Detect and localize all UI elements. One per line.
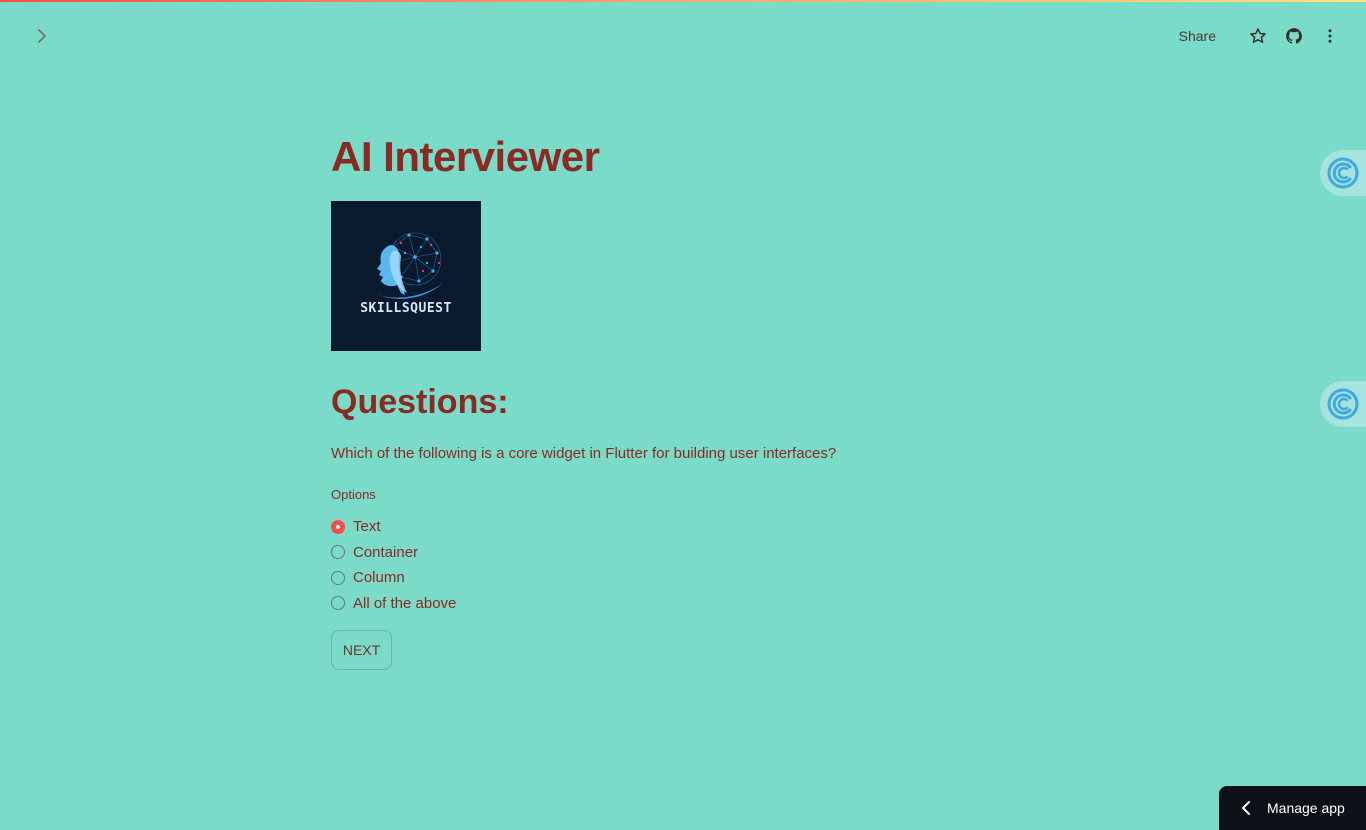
refresh-logo-icon (1327, 388, 1359, 420)
more-vertical-icon (1328, 29, 1332, 43)
question-text: Which of the following is a core widget … (331, 445, 837, 462)
next-button[interactable]: NEXT (331, 630, 392, 670)
favorite-button[interactable] (1246, 24, 1270, 48)
option-label: Container (353, 543, 419, 561)
header-actions: Share (1179, 24, 1342, 48)
radio-button[interactable] (331, 545, 345, 560)
options-label: Options (331, 487, 376, 502)
radio-button-selected[interactable] (331, 519, 345, 534)
page-title: AI Interviewer (331, 133, 600, 180)
questions-heading: Questions: (331, 383, 509, 421)
radio-button[interactable] (331, 570, 345, 585)
share-button[interactable]: Share (1179, 28, 1216, 44)
option-text[interactable]: Text (331, 514, 456, 540)
option-label: Column (353, 569, 405, 587)
options-radio-group: Text Container Column All of the above (331, 514, 456, 616)
chevron-right-icon (38, 29, 46, 43)
side-extension-badge[interactable] (1320, 150, 1366, 196)
manage-app-button[interactable]: Manage app (1219, 786, 1366, 830)
top-decoration-stripe (0, 0, 1366, 2)
star-icon (1250, 28, 1266, 43)
option-container[interactable]: Container (331, 540, 456, 566)
chevron-left-icon (1241, 801, 1251, 815)
radio-button[interactable] (331, 596, 345, 611)
sidebar-expand-button[interactable] (30, 26, 54, 46)
manage-app-label: Manage app (1267, 800, 1345, 816)
github-icon (1286, 28, 1302, 44)
github-button[interactable] (1282, 24, 1306, 48)
option-label: Text (353, 518, 381, 536)
logo-text: SKILLSQUEST (360, 301, 452, 316)
ai-head-network-icon (373, 232, 443, 299)
option-column[interactable]: Column (331, 565, 456, 591)
refresh-logo-icon (1327, 157, 1359, 189)
side-extension-badge[interactable] (1320, 381, 1366, 427)
skillsquest-logo: SKILLSQUEST (331, 201, 481, 351)
option-label: All of the above (353, 594, 457, 612)
option-all-of-the-above[interactable]: All of the above (331, 591, 456, 617)
main-menu-button[interactable] (1318, 24, 1342, 48)
